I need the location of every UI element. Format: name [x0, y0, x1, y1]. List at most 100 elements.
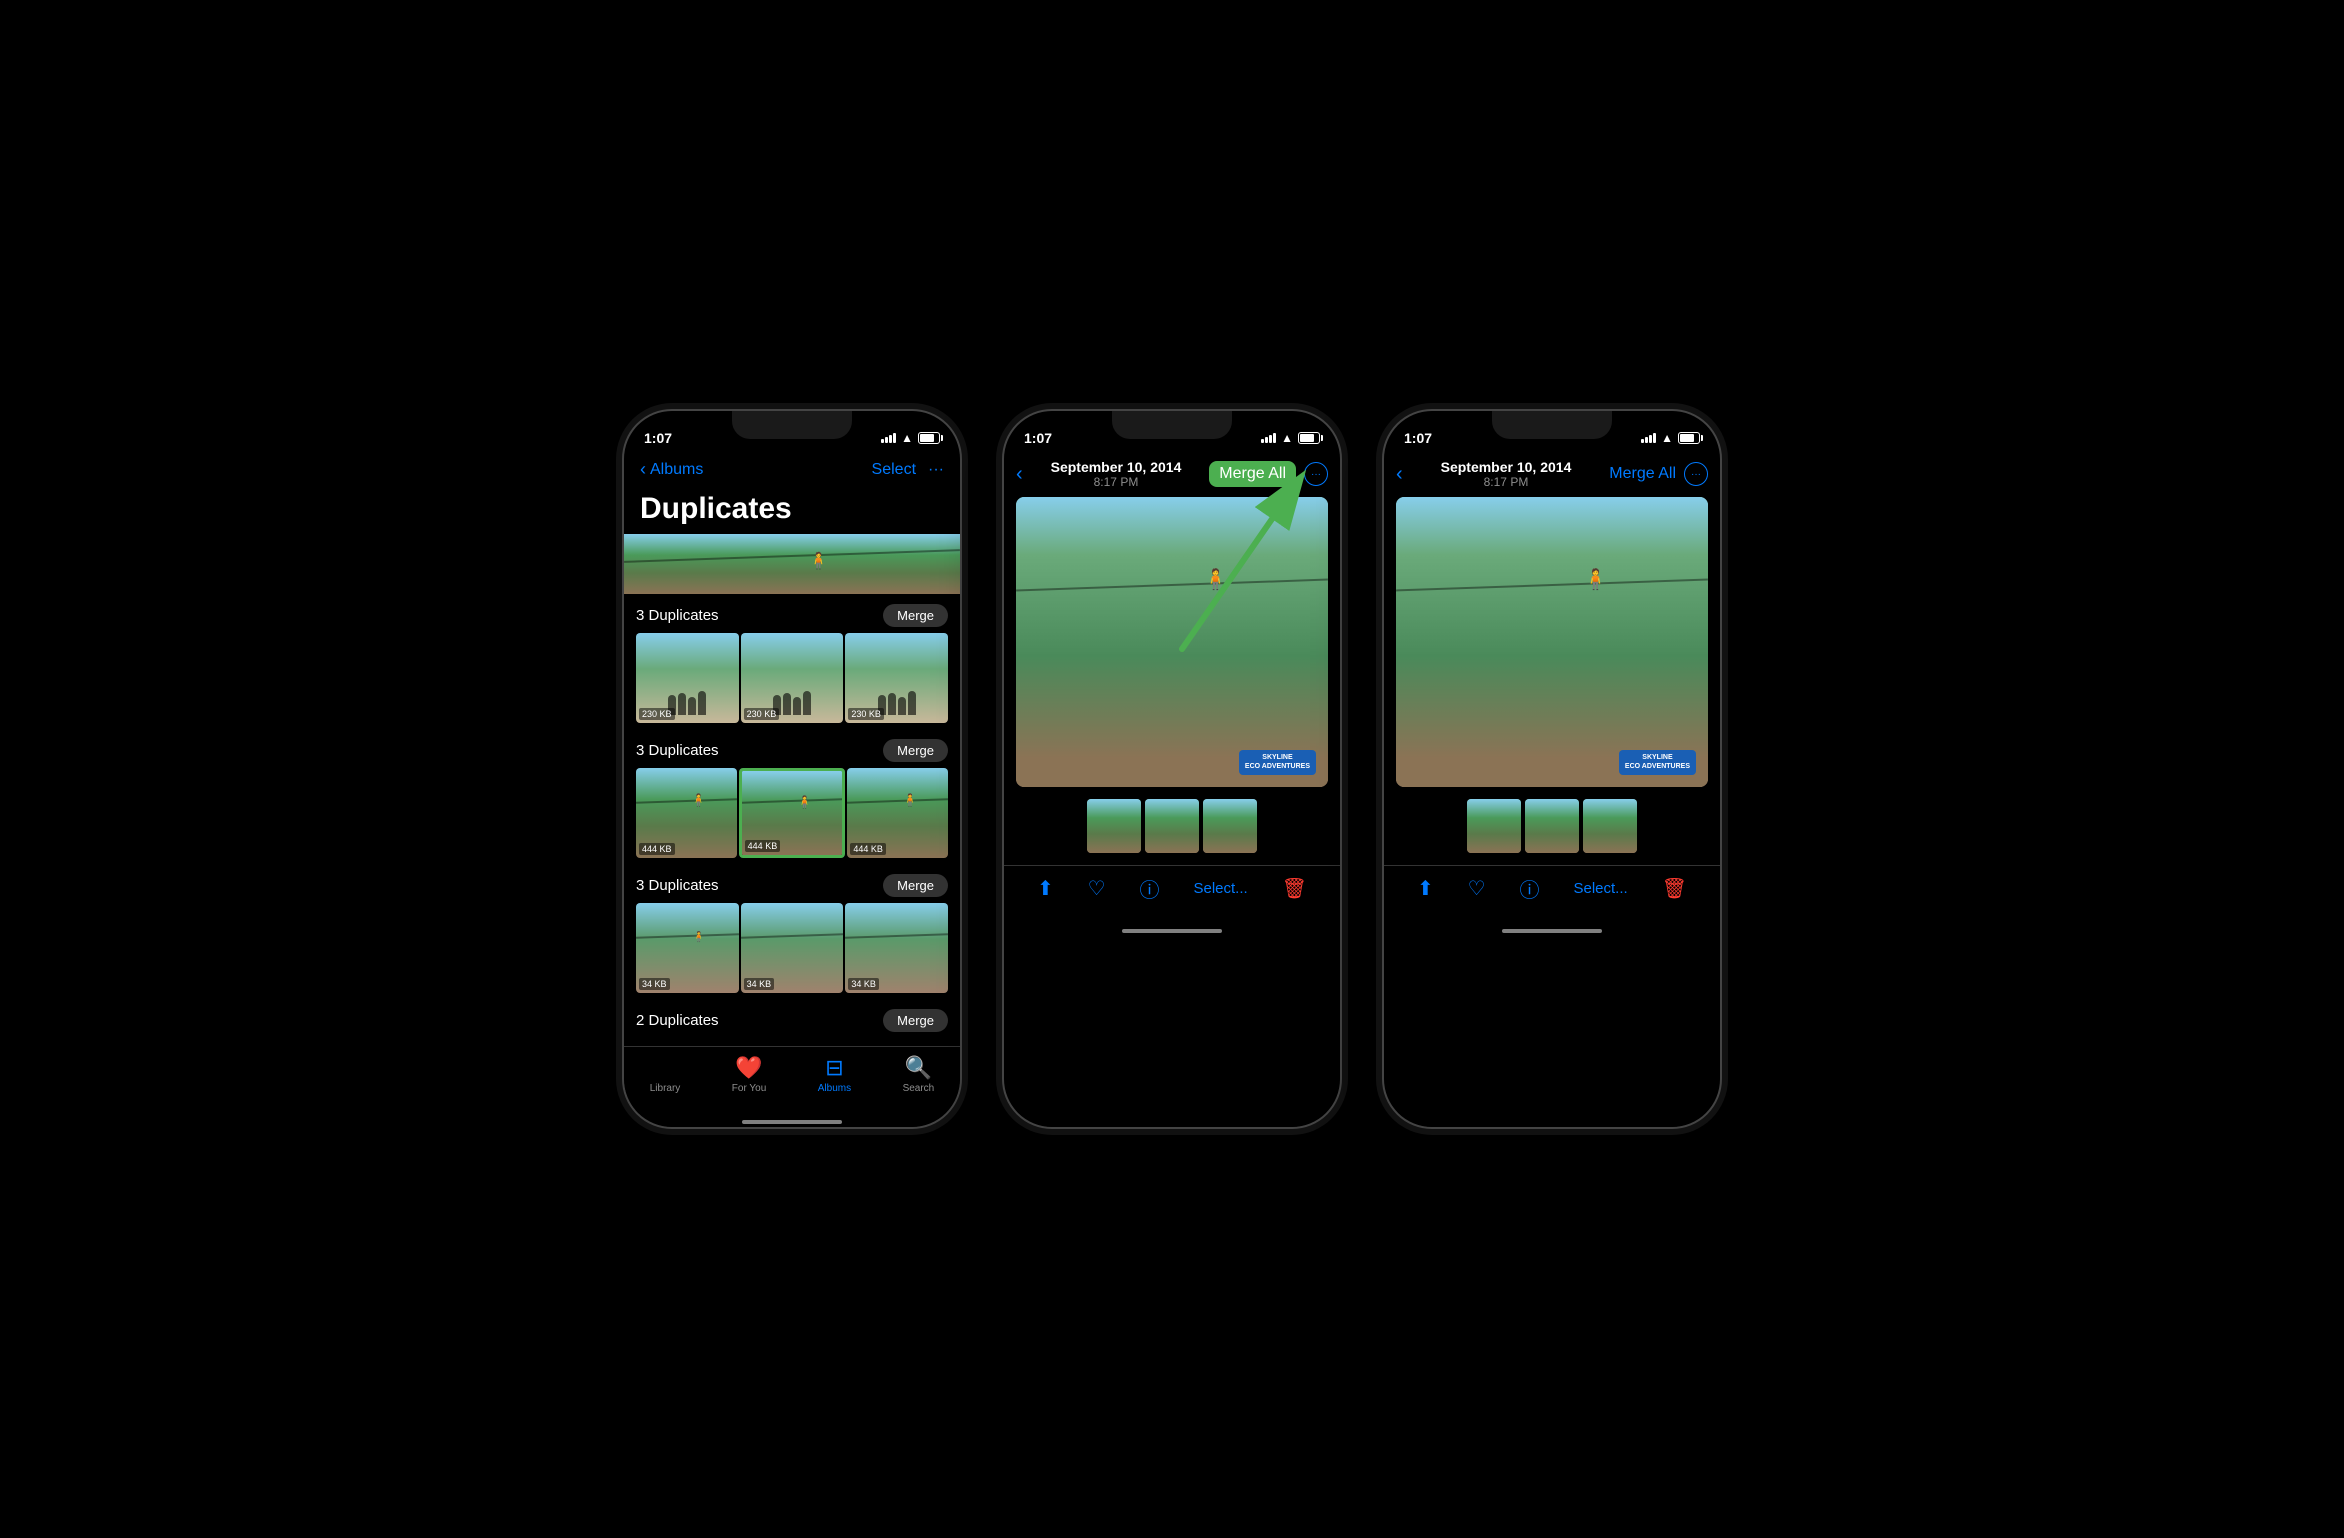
- main-photo-2: 🧍 SKYLINEECO ADVENTURES: [1016, 497, 1328, 787]
- share-button-2[interactable]: ⬆: [1037, 876, 1054, 901]
- photo-thumb-2b[interactable]: 🧍 444 KB: [739, 768, 846, 858]
- detail-time-3: 8:17 PM: [1441, 475, 1572, 489]
- wifi-icon: ▲: [901, 431, 913, 445]
- detail-date-3: September 10, 2014: [1441, 459, 1572, 475]
- status-time-3: 1:07: [1404, 430, 1432, 446]
- photo-thumb-2a[interactable]: 🧍 444 KB: [636, 768, 737, 858]
- nav-center-2: September 10, 2014 8:17 PM: [1051, 459, 1182, 489]
- thumb-size-1c: 230 KB: [848, 708, 884, 720]
- battery-icon-3: [1678, 432, 1700, 444]
- detail-time-2: 8:17 PM: [1051, 475, 1182, 489]
- photo-thumb-2c[interactable]: 🧍 444 KB: [847, 768, 948, 858]
- action-bar-2: ⬆ ♡ ⓘ Select... 🗑: [1004, 865, 1340, 923]
- photo-thumb-3a[interactable]: 🧍 34 KB: [636, 903, 739, 993]
- merge-all-button-3[interactable]: Merge All: [1609, 465, 1676, 483]
- tab-search-label: Search: [903, 1083, 935, 1094]
- merge-button-2[interactable]: Merge: [883, 739, 948, 762]
- mini-thumb-2c[interactable]: [1203, 799, 1257, 853]
- back-button-3[interactable]: ‹: [1396, 463, 1403, 486]
- back-button-1[interactable]: ‹ Albums: [640, 459, 703, 480]
- photo-row-2: 🧍 444 KB 🧍 444 KB: [636, 768, 948, 858]
- photo-row-3: 🧍 34 KB 34 KB: [636, 903, 948, 993]
- status-icons-2: ▲: [1261, 431, 1320, 445]
- albums-icon: ⊟: [825, 1055, 843, 1081]
- photo-thumb-1b[interactable]: 230 KB: [741, 633, 844, 723]
- photo-thumb-3b[interactable]: 34 KB: [741, 903, 844, 993]
- tab-albums[interactable]: ⊟ Albums: [818, 1055, 851, 1094]
- thumb-size-3a: 34 KB: [639, 978, 670, 990]
- home-indicator-1: [742, 1120, 842, 1124]
- photo-thumb-1c[interactable]: 230 KB: [845, 633, 948, 723]
- dup-label-2: 3 Duplicates: [636, 742, 719, 759]
- thumb-size-3c: 34 KB: [848, 978, 879, 990]
- back-button-2[interactable]: ‹: [1016, 463, 1023, 486]
- heart-button-3[interactable]: ♡: [1468, 876, 1486, 901]
- dup-group-3: 3 Duplicates Merge 🧍 34 KB: [624, 866, 960, 1001]
- skyline-logo-3: SKYLINEECO ADVENTURES: [1619, 750, 1696, 775]
- select-button-3[interactable]: Select...: [1573, 880, 1627, 897]
- trash-button-3[interactable]: 🗑: [1662, 876, 1687, 901]
- heart-button-2[interactable]: ♡: [1088, 876, 1106, 901]
- thumb-strip-3: [1384, 787, 1720, 865]
- signal-icon-3: [1641, 433, 1656, 443]
- signal-icon: [881, 433, 896, 443]
- dup-group-2: 3 Duplicates Merge 🧍 444 KB: [624, 731, 960, 866]
- scroll-content-1: 3 Duplicates Merge: [624, 596, 960, 1046]
- merge-button-3[interactable]: Merge: [883, 874, 948, 897]
- mini-thumb-3a[interactable]: [1467, 799, 1521, 853]
- more-button-1[interactable]: ···: [928, 461, 944, 479]
- strip-photo: 🧍: [624, 534, 960, 594]
- info-button-3[interactable]: ⓘ: [1520, 874, 1540, 903]
- photo-thumb-1a[interactable]: 230 KB: [636, 633, 739, 723]
- thumb-size-2c: 444 KB: [850, 843, 886, 855]
- status-time-2: 1:07: [1024, 430, 1052, 446]
- merge-all-button-2[interactable]: Merge All: [1209, 461, 1296, 487]
- mini-thumb-2b[interactable]: [1145, 799, 1199, 853]
- select-button-1[interactable]: Select: [872, 461, 916, 479]
- tab-for-you-label: For You: [732, 1083, 766, 1094]
- more-button-3[interactable]: ···: [1684, 462, 1708, 486]
- merge-button-4[interactable]: Merge: [883, 1009, 948, 1032]
- wifi-icon-3: ▲: [1661, 431, 1673, 445]
- dup-group-1: 3 Duplicates Merge: [624, 596, 960, 731]
- phone-2: 1:07 ▲: [1002, 409, 1342, 1129]
- search-icon: 🔍: [905, 1055, 932, 1081]
- photo-thumb-3c[interactable]: 34 KB: [845, 903, 948, 993]
- info-button-2[interactable]: ⓘ: [1140, 874, 1160, 903]
- mini-thumb-2a[interactable]: [1087, 799, 1141, 853]
- status-time-1: 1:07: [644, 430, 672, 446]
- dup-group-4: 2 Duplicates Merge: [624, 1001, 960, 1046]
- home-indicator-3: [1502, 929, 1602, 933]
- share-button-3[interactable]: ⬆: [1417, 876, 1434, 901]
- thumb-size-2b: 444 KB: [745, 840, 781, 852]
- nav-center-3: September 10, 2014 8:17 PM: [1441, 459, 1572, 489]
- thumb-strip-2: [1004, 787, 1340, 865]
- detail-nav-2: ‹ September 10, 2014 8:17 PM Merge All ·…: [1004, 455, 1340, 497]
- tab-bar-1: ⊞ Library ❤️ For You ⊟ Albums 🔍 Search: [624, 1046, 960, 1114]
- thumb-size-3b: 34 KB: [744, 978, 775, 990]
- thumb-size-2a: 444 KB: [639, 843, 675, 855]
- phone-3: 1:07 ▲ ‹ Septe: [1382, 409, 1722, 1129]
- thumb-size-1b: 230 KB: [744, 708, 780, 720]
- tab-for-you[interactable]: ❤️ For You: [732, 1055, 766, 1094]
- dup-label-3: 3 Duplicates: [636, 877, 719, 894]
- tab-library-label: Library: [650, 1083, 681, 1094]
- nav-bar-1: ‹ Albums Select ···: [624, 455, 960, 488]
- tab-search[interactable]: 🔍 Search: [903, 1055, 935, 1094]
- tab-albums-label: Albums: [818, 1083, 851, 1094]
- status-icons-3: ▲: [1641, 431, 1700, 445]
- merge-button-1[interactable]: Merge: [883, 604, 948, 627]
- skyline-logo-2: SKYLINEECO ADVENTURES: [1239, 750, 1316, 775]
- tab-library[interactable]: ⊞ Library: [650, 1055, 681, 1094]
- status-icons-1: ▲: [881, 431, 940, 445]
- notch-2: [1112, 411, 1232, 439]
- mini-thumb-3b[interactable]: [1525, 799, 1579, 853]
- for-you-icon: ❤️: [735, 1055, 762, 1081]
- more-button-2[interactable]: ···: [1304, 462, 1328, 486]
- trash-button-2[interactable]: 🗑: [1282, 876, 1307, 901]
- battery-icon: [918, 432, 940, 444]
- select-button-2[interactable]: Select...: [1193, 880, 1247, 897]
- mini-thumb-3c[interactable]: [1583, 799, 1637, 853]
- action-bar-3: ⬆ ♡ ⓘ Select... 🗑: [1384, 865, 1720, 923]
- wifi-icon-2: ▲: [1281, 431, 1293, 445]
